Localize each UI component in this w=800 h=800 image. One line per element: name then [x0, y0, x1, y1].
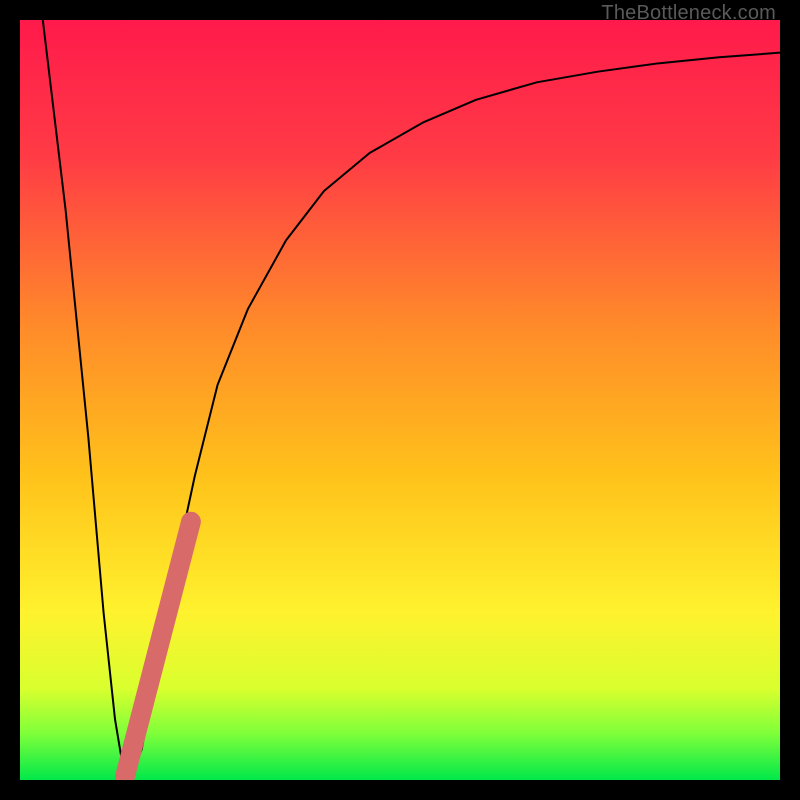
watermark-text: TheBottleneck.com: [601, 2, 776, 25]
plot-area: [20, 20, 780, 780]
chart-lines: [20, 20, 780, 780]
chart-frame: TheBottleneck.com: [0, 0, 800, 800]
highlight-marker: [125, 522, 191, 777]
